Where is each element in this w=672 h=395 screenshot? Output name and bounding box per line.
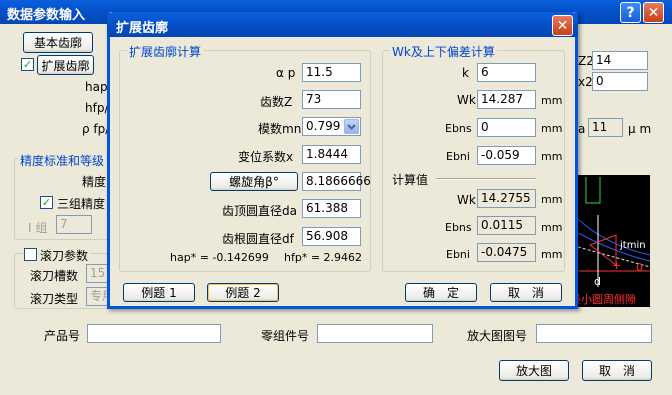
ebns-input[interactable]: 0: [477, 118, 536, 137]
hob-param-title: 滚刀参数: [38, 247, 91, 264]
ebns-label: Ebns: [445, 122, 472, 135]
um-unit-label: μ m: [628, 122, 652, 136]
z2-input[interactable]: 14: [592, 51, 648, 70]
helix-angle-input[interactable]: 8.1866666: [302, 172, 371, 191]
x2-label: x2: [578, 75, 593, 89]
wk-label: Wk: [457, 93, 476, 107]
precision-group-title: 精度标准和等级: [18, 152, 107, 169]
part-no-label: 零组件号: [261, 329, 310, 343]
help-button[interactable]: ?: [620, 2, 641, 23]
alpha-p-input[interactable]: 11.5: [302, 63, 361, 82]
three-group-checkbox[interactable]: ✓: [40, 196, 53, 209]
alpha-p-label: α p: [276, 66, 296, 80]
hob-type-label: 滚刀类型: [30, 292, 79, 306]
a-label: a: [578, 122, 586, 136]
i-group-select[interactable]: 7: [56, 215, 92, 234]
zoom-drawing-no-label: 放大图图号: [467, 329, 528, 343]
module-mn-label: 模数mn: [258, 122, 302, 136]
dialog-cancel-button[interactable]: 取 消: [490, 283, 562, 302]
product-no-label: 产品号: [44, 329, 81, 343]
close-icon: ✕: [556, 17, 569, 34]
i-group-label: I 组: [28, 221, 48, 235]
hfp-label: hfp/: [85, 101, 109, 115]
ebns-calc-value: 0.0115: [477, 216, 536, 235]
ebns-calc-label: Ebns: [445, 221, 472, 234]
extended-calc-title: 扩展齿廓计算: [127, 43, 204, 60]
dialog-title-bar: [107, 12, 578, 37]
tip-diameter-input[interactable]: 61.388: [302, 199, 361, 218]
hob-slots-label: 滚刀槽数: [30, 269, 79, 283]
wk-calc-title: Wk及上下偏差计算: [390, 43, 497, 60]
extended-tooth-profile-button[interactable]: 扩展齿廓: [37, 55, 94, 75]
zoom-drawing-no-input[interactable]: [536, 324, 652, 343]
main-window-title: 数据参数输入: [7, 8, 86, 23]
wk-calc-unit: mm: [541, 193, 563, 206]
wk-input[interactable]: 14.287: [477, 90, 536, 109]
ebni-calc-value: -0.0475: [477, 243, 536, 262]
help-icon: ?: [626, 4, 635, 21]
zoom-view-button[interactable]: 放大图: [499, 360, 569, 381]
wk-calc-value: 14.2755: [477, 189, 536, 208]
main-cancel-button[interactable]: 取 消: [582, 360, 652, 381]
root-diameter-label: 齿根圆直径df: [222, 232, 294, 246]
ebni-unit: mm: [541, 150, 563, 163]
dialog-close-button[interactable]: ✕: [552, 15, 573, 36]
ebni-input[interactable]: -0.059: [477, 146, 536, 165]
three-group-label: 三组精度: [57, 197, 106, 211]
ebni-calc-label: Ebni: [446, 248, 470, 261]
calc-values-title: 计算值: [392, 173, 429, 187]
dialog-title: 扩展齿廓: [116, 21, 169, 36]
extended-profile-checkbox[interactable]: ✓: [21, 58, 34, 71]
ebni-calc-unit: mm: [541, 248, 563, 261]
part-no-input[interactable]: [317, 324, 433, 343]
plus-label: +: [612, 259, 622, 272]
ebni-label: Ebni: [446, 150, 470, 163]
d-label: d: [594, 275, 601, 288]
a-input[interactable]: 11: [588, 118, 623, 137]
tip-diameter-label: 齿顶圆直径da: [222, 204, 297, 218]
teeth-z-input[interactable]: 73: [302, 90, 361, 109]
example-1-button[interactable]: 例题 1: [123, 283, 195, 302]
k-label: k: [462, 66, 469, 80]
root-diameter-input[interactable]: 56.908: [302, 227, 361, 246]
jtmin-label: jtmin: [620, 240, 646, 251]
wk-calc-label: Wk: [457, 193, 476, 207]
main-close-button[interactable]: ✕: [643, 2, 664, 23]
example-2-button[interactable]: 例题 2: [207, 283, 279, 302]
dialog-ok-button[interactable]: 确 定: [405, 283, 477, 302]
x2-input[interactable]: 0: [592, 72, 648, 91]
hfp-result: hfp* = 2.9462: [284, 251, 363, 264]
wk-unit: mm: [541, 94, 563, 107]
hob-param-checkbox[interactable]: [24, 248, 37, 261]
hap-result: hap* = -0.142699: [170, 251, 269, 264]
calc-divider: [436, 178, 536, 180]
base-tooth-profile-button[interactable]: 基本齿廓: [23, 32, 93, 53]
shift-x-input[interactable]: 1.8444: [302, 145, 361, 164]
shift-x-label: 变位系数x: [238, 150, 294, 164]
chevron-down-icon[interactable]: [344, 119, 359, 134]
zero-label: 0: [636, 261, 643, 274]
helix-angle-button[interactable]: 螺旋角β°: [210, 172, 298, 191]
wk-calc-group: [382, 50, 565, 272]
k-input[interactable]: 6: [477, 63, 536, 82]
min-backlash-label: 最小圆周侧隙: [576, 293, 636, 306]
gear-preview-image: jtmin + 0 d 最小圆周侧隙: [576, 175, 650, 307]
rho-fp-label: ρ fp/: [82, 122, 110, 136]
precision-label: 精度: [82, 175, 107, 189]
close-icon: ✕: [647, 4, 660, 21]
teeth-z-label: 齿数Z: [260, 95, 293, 109]
ebns-calc-unit: mm: [541, 221, 563, 234]
ebns-unit: mm: [541, 122, 563, 135]
product-no-input[interactable]: [87, 324, 221, 343]
